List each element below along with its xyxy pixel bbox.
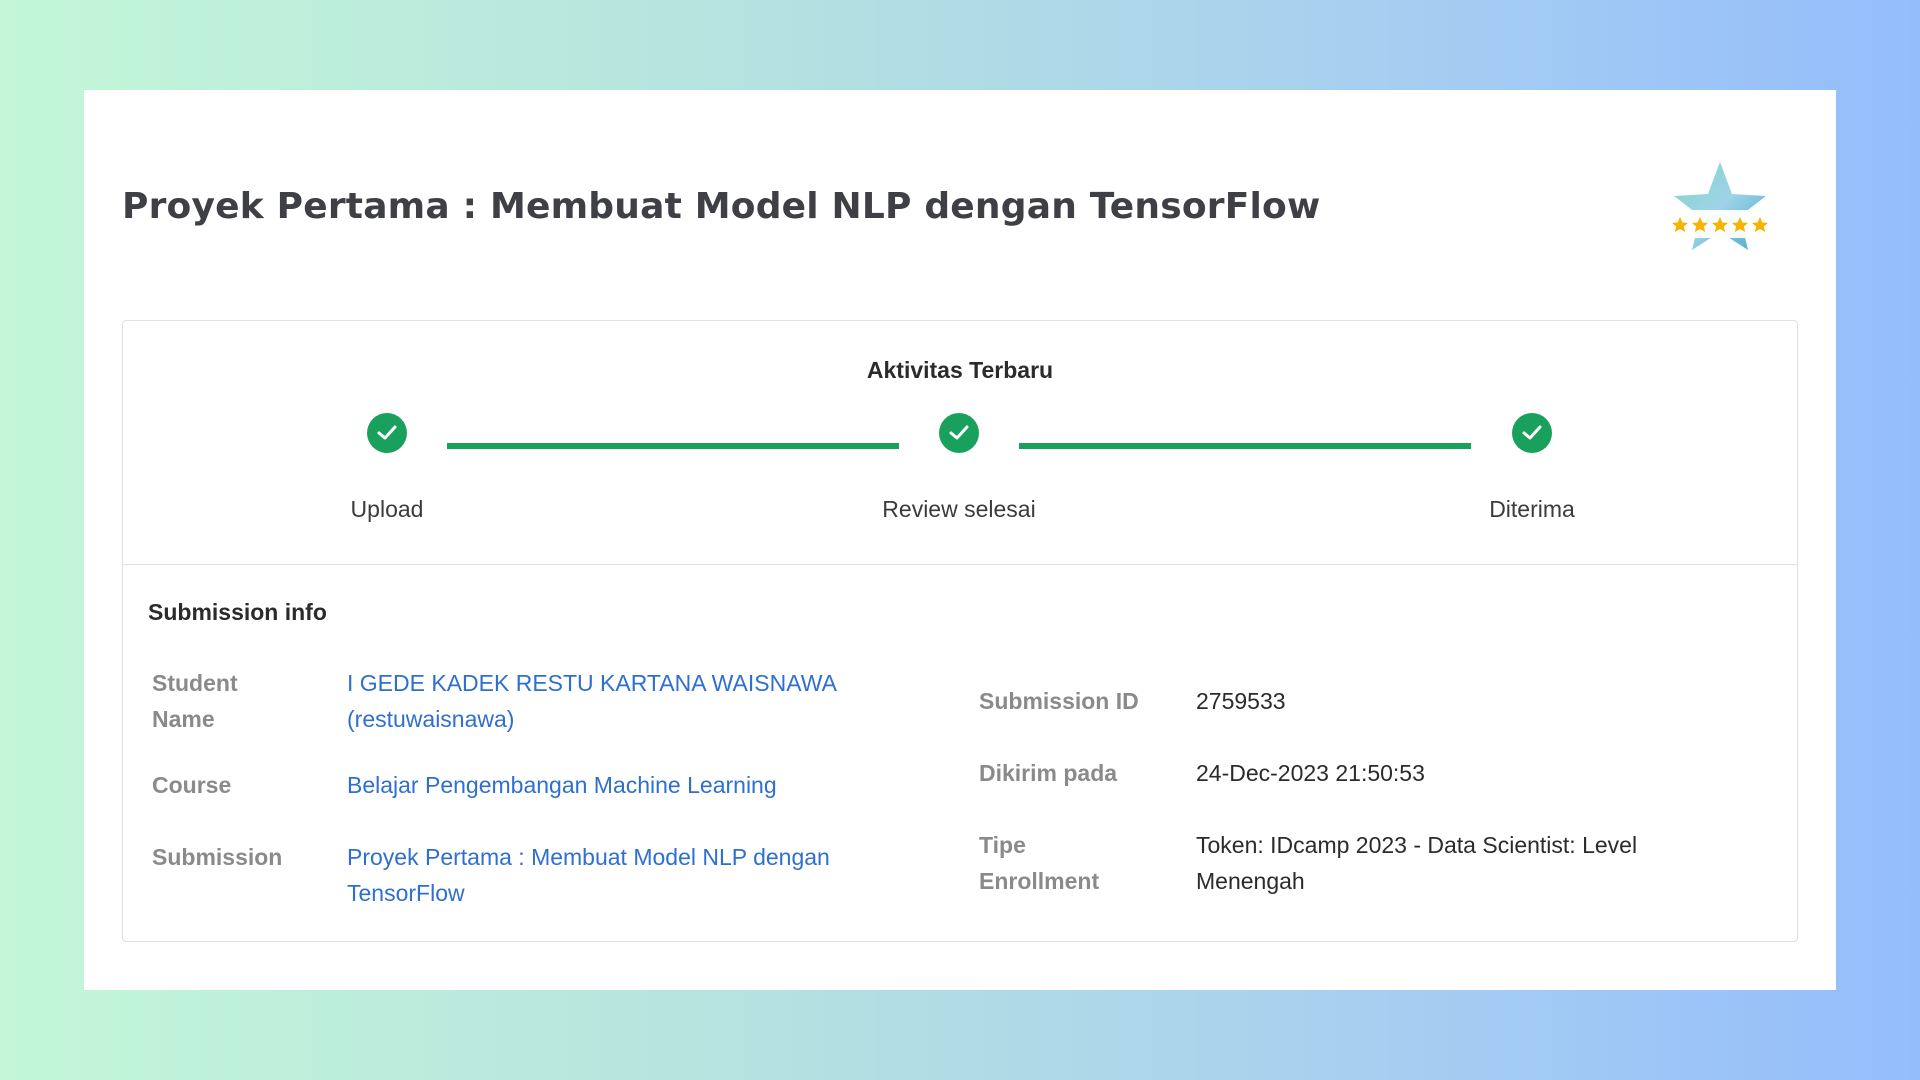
submission-info-title: Submission info: [148, 599, 327, 625]
step-label-upload: Upload: [350, 496, 424, 522]
activity-panel: Aktivitas Terbaru Upload Review selesai …: [122, 320, 1798, 942]
step-label-review: Review selesai: [882, 496, 1036, 522]
submission-label: Submission: [152, 844, 283, 870]
course-label: Course: [152, 772, 232, 798]
enrollment-type-value: Token: IDcamp 2023 - Data Scientist: Lev…: [1196, 832, 1638, 894]
divider: [123, 564, 1797, 565]
submission-id-value: 2759533: [1196, 688, 1286, 714]
sent-date-value: 24-Dec-2023 21:50:53: [1196, 760, 1425, 786]
student-name-label: Student Name: [152, 670, 238, 732]
step-upload-check-icon: [367, 413, 407, 453]
five-star-badge-icon: [1660, 158, 1780, 258]
step-review-check-icon: [939, 413, 979, 453]
step-label-accepted: Diterima: [1489, 496, 1575, 522]
submission-card: Proyek Pertama : Membuat Model NLP denga…: [84, 90, 1836, 990]
page-title: Proyek Pertama : Membuat Model NLP denga…: [122, 186, 1321, 227]
course-link[interactable]: Belajar Pengembangan Machine Learning: [347, 767, 907, 803]
activity-title: Aktivitas Terbaru: [866, 357, 1054, 383]
student-name-link[interactable]: I GEDE KADEK RESTU KARTANA WAISNAWA (res…: [347, 665, 907, 737]
progress-line-2: [1019, 443, 1471, 449]
submission-link[interactable]: Proyek Pertama : Membuat Model NLP denga…: [347, 839, 867, 911]
submission-id-label: Submission ID: [979, 688, 1139, 714]
progress-line-1: [447, 443, 899, 449]
enrollment-type-label: Tipe Enrollment: [979, 832, 1100, 894]
step-accepted-check-icon: [1512, 413, 1552, 453]
sent-date-label: Dikirim pada: [979, 760, 1118, 786]
